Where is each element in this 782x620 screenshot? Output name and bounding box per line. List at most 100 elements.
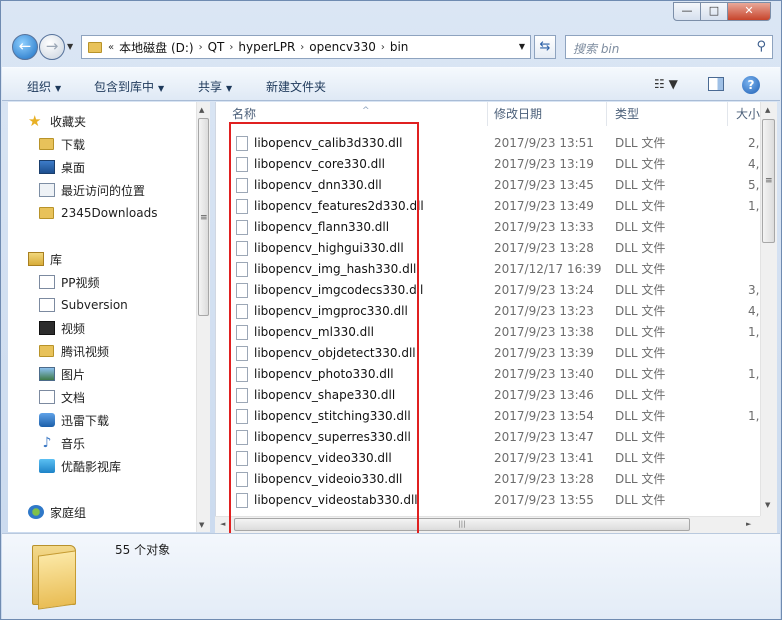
sidebar-item-videos[interactable]: 视频 [39, 319, 85, 337]
object-count: 55 个对象 [115, 543, 171, 557]
sidebar-item-label: 图片 [61, 367, 86, 382]
search-input[interactable]: 搜索 bin ⚲ [565, 35, 773, 59]
sidebar-item-label: 桌面 [61, 160, 86, 175]
file-type: DLL 文件 [615, 409, 666, 423]
file-type: DLL 文件 [615, 472, 666, 486]
address-dropdown-icon[interactable]: ▼ [519, 42, 525, 51]
file-type: DLL 文件 [615, 199, 666, 213]
include-in-library-menu[interactable]: 包含到库中 ▼ [94, 78, 164, 95]
arrow-left-icon: ← [18, 37, 32, 55]
file-type: DLL 文件 [615, 388, 666, 402]
sidebar-item-downloads[interactable]: 下载 [39, 135, 85, 153]
sidebar-item-pictures[interactable]: 图片 [39, 365, 85, 383]
column-header-type[interactable]: 类型 [607, 102, 728, 126]
file-type: DLL 文件 [615, 262, 666, 276]
refresh-icon: ⇆ [539, 39, 551, 54]
scroll-left-icon[interactable]: ◄ [220, 520, 225, 528]
scroll-up-icon[interactable]: ▲ [199, 106, 204, 114]
file-modified: 2017/9/23 13:46 [494, 388, 594, 402]
file-type: DLL 文件 [615, 493, 666, 507]
view-options-icon[interactable]: ☷ ▼ [654, 77, 678, 91]
sidebar-item-label: 2345Downloads [61, 206, 158, 220]
sidebar-item-pp-video[interactable]: PP视频 [39, 273, 99, 291]
file-size: 4, [748, 304, 760, 318]
large-folder-icon [32, 541, 76, 610]
chevron-down-icon: ▼ [55, 84, 62, 93]
sidebar-item-libraries[interactable]: 库 [28, 250, 62, 268]
sidebar-item-label: 迅雷下载 [61, 413, 110, 428]
homegroup-icon [28, 505, 44, 519]
sidebar-item-label: 收藏夹 [50, 114, 87, 129]
file-modified: 2017/9/23 13:49 [494, 199, 594, 213]
scroll-grip-icon: ≡ [200, 213, 208, 223]
file-modified: 2017/9/23 13:45 [494, 178, 594, 192]
sidebar-item-desktop[interactable]: 桌面 [39, 158, 85, 176]
minimize-button[interactable]: — [673, 2, 701, 21]
sort-ascending-icon: ^ [362, 106, 370, 116]
sidebar-item-favorites[interactable]: ★ 收藏夹 [28, 112, 86, 130]
scroll-down-icon[interactable]: ▼ [199, 521, 204, 529]
breadcrumb-drive[interactable]: 本地磁盘 (D:) [114, 39, 198, 56]
sidebar-item-label: 文档 [61, 390, 86, 405]
file-type: DLL 文件 [615, 451, 666, 465]
file-type: DLL 文件 [615, 178, 666, 192]
scroll-up-icon[interactable]: ▲ [765, 106, 770, 114]
youku-icon [39, 459, 55, 473]
file-size: 1, [748, 367, 760, 381]
address-bar[interactable]: « 本地磁盘 (D:) › QT › hyperLPR › opencv330 … [81, 35, 531, 59]
sidebar-item-subversion[interactable]: Subversion [39, 296, 128, 314]
scroll-down-icon[interactable]: ▼ [765, 501, 770, 509]
breadcrumb-bin[interactable]: bin [385, 40, 414, 54]
file-size: 1, [748, 199, 760, 213]
maximize-button[interactable]: □ [700, 2, 728, 21]
sidebar-item-recent-places[interactable]: 最近访问的位置 [39, 181, 145, 199]
sidebar-item-label: 家庭组 [50, 505, 87, 520]
scroll-right-icon[interactable]: ► [746, 520, 751, 528]
file-type: DLL 文件 [615, 346, 666, 360]
close-button[interactable]: ✕ [727, 2, 771, 21]
music-note-icon: ♪ [42, 435, 52, 451]
sidebar-item-label: 优酷影视库 [61, 459, 122, 474]
help-icon[interactable]: ? [742, 76, 760, 94]
preview-pane-icon[interactable] [708, 77, 724, 91]
sidebar-item-2345downloads[interactable]: 2345Downloads [39, 204, 157, 222]
file-type: DLL 文件 [615, 304, 666, 318]
sidebar-item-thunder-downloads[interactable]: 迅雷下载 [39, 411, 109, 429]
file-modified: 2017/9/23 13:19 [494, 157, 594, 171]
sidebar-item-music[interactable]: ♪ 音乐 [39, 434, 85, 452]
forward-button[interactable]: → [39, 34, 65, 60]
column-header-modified[interactable]: 修改日期 [486, 102, 607, 126]
breadcrumb-hyperlpr[interactable]: hyperLPR [233, 40, 300, 54]
organize-menu[interactable]: 组织 ▼ [27, 78, 61, 95]
sidebar-item-label: Subversion [61, 298, 128, 312]
search-icon[interactable]: ⚲ [756, 39, 766, 54]
file-size: 4, [748, 157, 760, 171]
sidebar-item-documents[interactable]: 文档 [39, 388, 85, 406]
command-bar: 组织 ▼ 包含到库中 ▼ 共享 ▼ 新建文件夹 ☷ ▼ ? [2, 67, 780, 101]
file-type: DLL 文件 [615, 136, 666, 150]
refresh-button[interactable]: ⇆ [534, 35, 556, 59]
sidebar-item-youku[interactable]: 优酷影视库 [39, 457, 121, 475]
share-menu[interactable]: 共享 ▼ [198, 78, 232, 95]
file-type: DLL 文件 [615, 367, 666, 381]
folder-front [38, 550, 76, 610]
file-modified: 2017/9/23 13:23 [494, 304, 594, 318]
back-button[interactable]: ← [12, 34, 38, 60]
folder-icon [39, 345, 54, 357]
sidebar-item-tencent-video[interactable]: 腾讯视频 [39, 342, 109, 360]
file-size: 1, [748, 409, 760, 423]
recent-pages-dropdown[interactable]: ▼ [67, 42, 73, 51]
file-type: DLL 文件 [615, 430, 666, 444]
sidebar-item-homegroup[interactable]: 家庭组 [28, 503, 86, 521]
file-modified: 2017/9/23 13:51 [494, 136, 594, 150]
film-icon [39, 321, 55, 335]
file-modified: 2017/9/23 13:28 [494, 472, 594, 486]
highlight-box [229, 122, 419, 547]
file-modified: 2017/9/23 13:38 [494, 325, 594, 339]
sidebar-item-label: 最近访问的位置 [61, 183, 146, 198]
breadcrumb-opencv330[interactable]: opencv330 [304, 40, 381, 54]
breadcrumb-qt[interactable]: QT [203, 40, 230, 54]
new-folder-button[interactable]: 新建文件夹 [266, 78, 326, 95]
file-modified: 2017/9/23 13:47 [494, 430, 594, 444]
file-modified: 2017/9/23 13:28 [494, 241, 594, 255]
